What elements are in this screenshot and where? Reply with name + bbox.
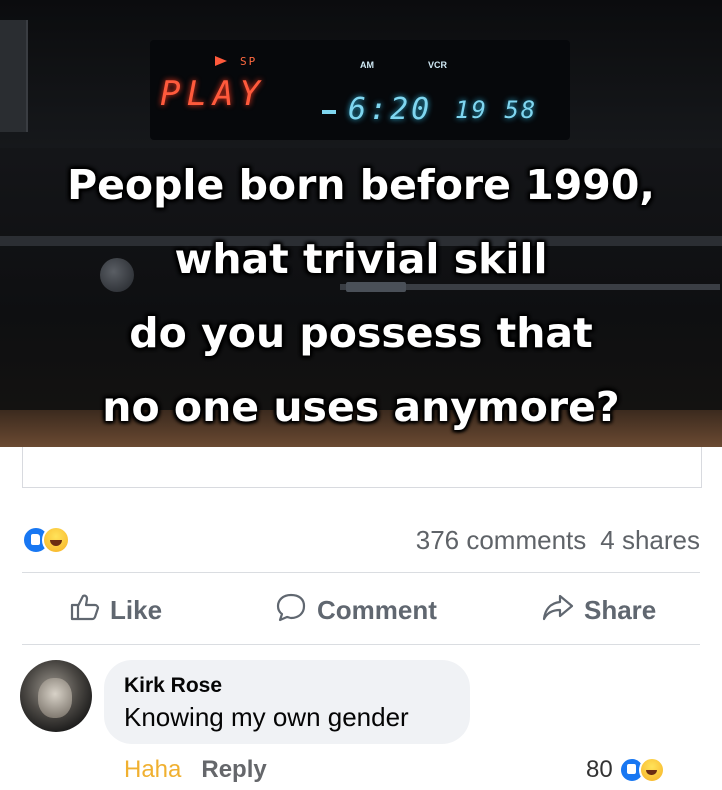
share-icon	[542, 593, 574, 628]
play-indicator-icon	[215, 56, 227, 66]
avatar[interactable]	[20, 660, 92, 732]
like-button[interactable]: Like	[70, 584, 162, 636]
vcr-clock: 6:20	[348, 92, 433, 127]
comments-count[interactable]: 376 comments	[416, 525, 587, 555]
vcr-counter: 19 58	[455, 96, 538, 124]
post-stats: 376 comments 4 shares	[22, 522, 700, 558]
haha-icon	[42, 526, 70, 554]
comment-button[interactable]: Comment	[275, 584, 437, 636]
comment-author[interactable]: Kirk Rose	[124, 674, 222, 698]
divider	[22, 572, 700, 573]
action-bar: Like Comment Share	[22, 584, 700, 636]
comment-bubble: Kirk Rose Knowing my own gender	[104, 660, 470, 744]
comment-haha-link[interactable]: Haha	[124, 756, 181, 783]
share-label: Share	[584, 594, 657, 625]
vcr-side-slot	[0, 20, 28, 132]
like-label: Like	[110, 594, 163, 625]
vcr-label: VCR	[428, 60, 448, 70]
post-image[interactable]: SP PLAY AM VCR 6:20 19 58 People born be…	[0, 0, 722, 447]
reply-link[interactable]: Reply	[201, 756, 266, 783]
divider	[22, 644, 700, 645]
comment-icon	[275, 592, 307, 629]
share-button[interactable]: Share	[542, 584, 656, 636]
meme-caption: People born before 1990, what trivial sk…	[0, 148, 722, 444]
link-preview-box[interactable]	[22, 447, 702, 488]
engagement-counts: 376 comments 4 shares	[402, 522, 700, 558]
caption-line: what trivial skill	[174, 235, 548, 283]
caption-line: no one uses anymore?	[102, 383, 620, 431]
comment-reactions[interactable]: 80	[586, 754, 665, 786]
comment-text: Knowing my own gender	[124, 702, 409, 732]
thumbs-up-icon	[70, 593, 100, 628]
shares-count[interactable]: 4 shares	[600, 525, 700, 555]
vcr-speed: SP	[240, 55, 258, 68]
comment-meta: Haha Reply	[124, 756, 267, 784]
caption-line: People born before 1990,	[67, 161, 655, 209]
haha-icon	[638, 757, 665, 783]
comment-reaction-count: 80	[586, 756, 613, 783]
vcr-mode: PLAY	[160, 74, 266, 114]
caption-line: do you possess that	[129, 309, 593, 357]
comment-label: Comment	[317, 594, 437, 625]
vcr-am-label: AM	[360, 60, 374, 70]
reactions-summary[interactable]	[22, 526, 82, 554]
vcr-dash	[322, 110, 336, 114]
